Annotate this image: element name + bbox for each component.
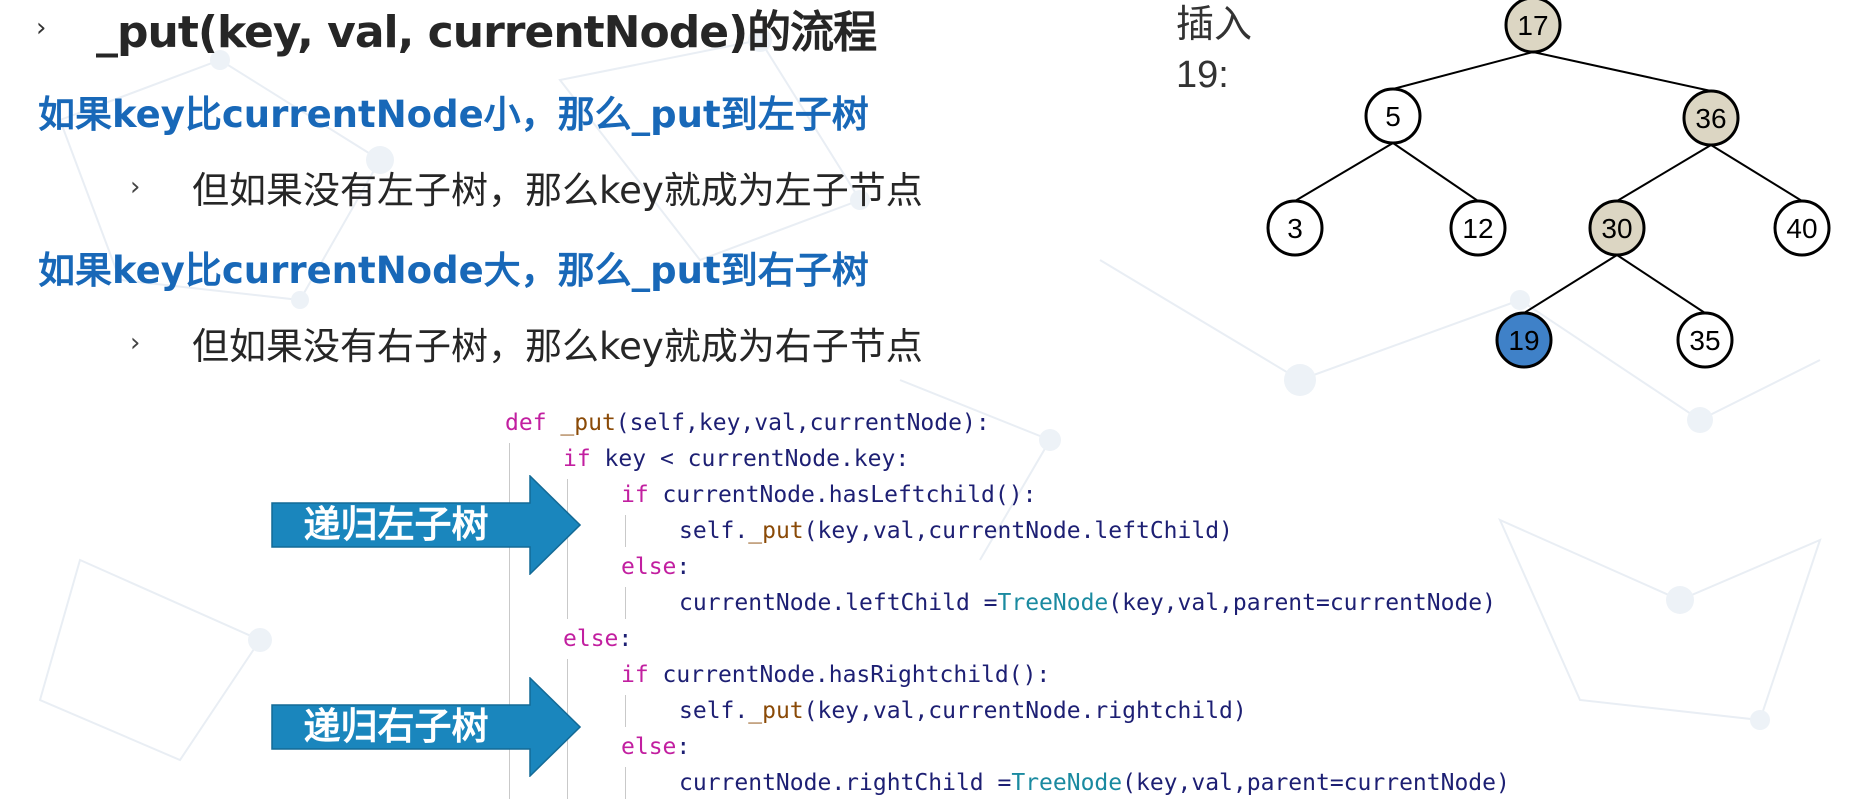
code-token: : <box>676 554 691 580</box>
indent-guide <box>625 767 626 799</box>
recurse-left-label: 递归左子树 <box>303 503 489 546</box>
bullet-chevron-icon: › <box>130 328 141 358</box>
code-line: else: <box>505 621 1510 657</box>
sub-point-left: › 但如果没有左子树，那么key就成为左子节点 <box>130 160 923 214</box>
code-line: if key < currentNode.key: <box>505 441 1510 477</box>
code-token: currentNode.rightChild = <box>679 770 1012 796</box>
code-token: (key,val,currentNode.leftChild) <box>803 518 1233 544</box>
code-token: (key,val,parent=currentNode) <box>1122 770 1510 796</box>
bullet-chevron-icon: › <box>36 13 47 43</box>
code-token: _put <box>560 410 616 436</box>
code-token: else <box>621 734 677 760</box>
code-line: else: <box>505 549 1510 585</box>
tree-node-19: 19 <box>1495 311 1553 369</box>
code-token: currentNode.hasRightchild(): <box>648 662 1051 688</box>
rule-left-subtree: 如果key比currentNode小，那么_put到左子树 <box>38 93 869 136</box>
code-block: def _put(self,key,val,currentNode): if ke… <box>505 405 1510 801</box>
tree-node-3: 3 <box>1266 199 1324 257</box>
tree-node-12: 12 <box>1449 199 1507 257</box>
code-token: if <box>621 662 649 688</box>
recurse-left-arrow: 递归左子树 <box>271 475 581 575</box>
tree-node-label: 17 <box>1517 10 1548 41</box>
tree-node-35: 35 <box>1676 311 1734 369</box>
tree-node-17: 17 <box>1504 0 1562 54</box>
tree-node-40: 40 <box>1773 199 1831 257</box>
code-token: : <box>618 626 633 652</box>
tree-edge-5-3 <box>1294 142 1394 202</box>
tree-node-36: 36 <box>1682 89 1740 147</box>
tree-node-label: 36 <box>1695 103 1726 134</box>
code-token: self. <box>679 518 749 544</box>
code-token: if <box>621 482 649 508</box>
code-token: _put <box>748 698 804 724</box>
tree-edge-17-36 <box>1532 51 1712 92</box>
tree-edge-17-5 <box>1392 51 1534 90</box>
code-token: TreeNode <box>997 590 1109 616</box>
code-line: def _put(self,key,val,currentNode): <box>505 405 1510 441</box>
tree-node-label: 30 <box>1601 213 1632 244</box>
code-line: currentNode.leftChild =TreeNode(key,val,… <box>505 585 1510 621</box>
tree-edge-30-35 <box>1616 254 1706 314</box>
bullet-chevron-icon: › <box>130 172 141 202</box>
indent-guide <box>625 515 626 547</box>
code-token: _put <box>748 518 804 544</box>
tree-edge-36-40 <box>1710 144 1803 202</box>
tree-edge-36-30 <box>1616 144 1712 202</box>
sub-point-right-text: 但如果没有右子树，那么key就成为右子节点 <box>192 325 923 368</box>
tree-node-label: 35 <box>1689 325 1720 356</box>
tree-edge-5-12 <box>1392 142 1479 202</box>
code-line: currentNode.rightChild =TreeNode(key,val… <box>505 765 1510 801</box>
slide-heading: › _put(key, val, currentNode)的流程 <box>36 0 877 58</box>
code-token: (self,key,val,currentNode): <box>615 410 990 436</box>
code-token: currentNode.leftChild = <box>679 590 998 616</box>
recurse-right-arrow: 递归右子树 <box>271 677 581 777</box>
tree-node-label: 19 <box>1508 325 1539 356</box>
sub-point-right: › 但如果没有右子树，那么key就成为右子节点 <box>130 316 923 370</box>
code-token: def <box>505 410 547 436</box>
tree-node-30: 30 <box>1588 199 1646 257</box>
code-token: else <box>621 554 677 580</box>
code-token: if <box>563 446 591 472</box>
code-line: if currentNode.hasLeftchild(): <box>505 477 1510 513</box>
code-token: key < currentNode.key: <box>590 446 910 472</box>
tree-node-label: 12 <box>1462 213 1493 244</box>
code-token: : <box>676 734 691 760</box>
tree-edge-30-19 <box>1523 254 1618 314</box>
tree-node-label: 5 <box>1385 101 1401 132</box>
code-token: (key,val,currentNode.rightchild) <box>803 698 1247 724</box>
code-token: currentNode.hasLeftchild(): <box>648 482 1037 508</box>
code-line: self._put(key,val,currentNode.leftChild) <box>505 513 1510 549</box>
tree-node-label: 3 <box>1287 213 1303 244</box>
sub-point-left-text: 但如果没有左子树，那么key就成为左子节点 <box>192 169 923 212</box>
code-line: else: <box>505 729 1510 765</box>
code-token: else <box>563 626 619 652</box>
code-line: if currentNode.hasRightchild(): <box>505 657 1510 693</box>
code-token: TreeNode <box>1011 770 1123 796</box>
rule-right-subtree: 如果key比currentNode大，那么_put到右子树 <box>38 249 869 292</box>
indent-guide <box>625 587 626 619</box>
tree-node-5: 5 <box>1364 87 1422 145</box>
binary-search-tree-diagram: 17 5 36 3 12 30 40 19 35 <box>1266 0 1831 369</box>
indent-guide <box>625 695 626 727</box>
slide-title: _put(key, val, currentNode)的流程 <box>96 7 877 58</box>
recurse-right-label: 递归右子树 <box>303 705 489 748</box>
tree-node-label: 40 <box>1786 213 1817 244</box>
code-token: self. <box>679 698 749 724</box>
code-line: self._put(key,val,currentNode.rightchild… <box>505 693 1510 729</box>
code-token: (key,val,parent=currentNode) <box>1108 590 1497 616</box>
